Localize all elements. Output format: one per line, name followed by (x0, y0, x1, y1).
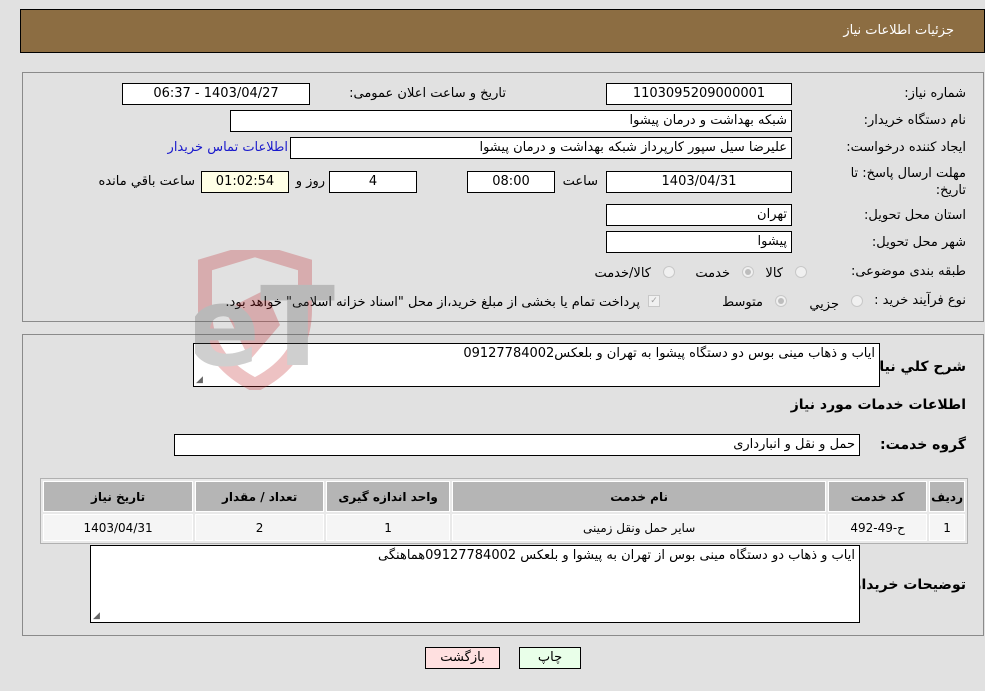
cell-unit: 1 (326, 514, 451, 541)
buyer-org-field: شبکه بهداشت و درمان پیشوا (230, 110, 792, 132)
deadline-label: مهلت ارسال پاسخ: تا تاریخ: (851, 165, 966, 199)
print-button[interactable]: چاپ (519, 647, 581, 669)
purchase-type-minor-radio[interactable] (851, 295, 863, 307)
requester-field: علیرضا سیل سپور کارپرداز شبکه بهداشت و د… (290, 137, 792, 159)
category-goods-radio[interactable] (795, 266, 807, 278)
deadline-time-label: ساعت (562, 174, 598, 189)
purchase-type-medium-label: متوسط (722, 295, 763, 310)
services-heading: اطلاعات خدمات مورد نیاز (790, 397, 966, 413)
purchase-type-medium-radio[interactable] (775, 295, 787, 307)
purchase-type-label: نوع فرآیند خرید : (874, 293, 966, 308)
cell-quantity: 2 (195, 514, 325, 541)
service-group-label: گروه خدمت: (880, 437, 966, 453)
buyer-org-label: نام دستگاه خریدار: (863, 113, 966, 128)
summary-text: ایاب و ذهاب مینی بوس دو دستگاه پیشوا به … (463, 346, 875, 361)
remaining-time-label: ساعت باقي مانده (98, 174, 195, 189)
category-goods-service-radio[interactable] (663, 266, 675, 278)
buyer-contact-link[interactable]: اطلاعات تماس خریدار (168, 140, 288, 155)
col-quantity: تعداد / مقدار (195, 481, 325, 512)
category-goods-service-label: کالا/خدمت (594, 266, 651, 281)
service-group-field: حمل و نقل و انبارداری (174, 434, 860, 456)
cell-service-code: ح-49-492 (828, 514, 928, 541)
deadline-label-line1: مهلت ارسال پاسخ: تا (850, 166, 966, 181)
remaining-days-field: 4 (329, 171, 417, 193)
announce-datetime-field: 1403/04/27 - 06:37 (122, 83, 310, 105)
need-number-label: شماره نیاز: (904, 86, 966, 101)
category-goods-label: کالا (765, 266, 783, 281)
cell-need-date: 1403/04/31 (43, 514, 194, 541)
requester-label: ایجاد کننده درخواست: (846, 140, 966, 155)
col-service-name: نام خدمت (452, 481, 827, 512)
buyer-notes-label: توضیحات خریدار: (847, 577, 966, 593)
cell-service-name: سایر حمل ونقل زمینی (452, 514, 827, 541)
province-label: استان محل تحویل: (864, 208, 966, 223)
category-label: طبقه بندی موضوعی: (850, 264, 966, 279)
table-row: 1 ح-49-492 سایر حمل ونقل زمینی 1 2 1403/… (43, 514, 965, 541)
summary-label: شرح کلي نیاز: (865, 359, 966, 375)
buyer-notes-textarea[interactable]: ایاب و ذهاب دو دستگاه مینی بوس از تهران … (90, 545, 860, 623)
table-header-row: ردیف کد خدمت نام خدمت واحد اندازه گیری ت… (43, 481, 965, 512)
cell-row-number: 1 (929, 514, 965, 541)
services-table: ردیف کد خدمت نام خدمت واحد اندازه گیری ت… (40, 478, 968, 544)
need-details-panel: شرح کلي نیاز: ایاب و ذهاب مینی بوس دو دس… (22, 334, 984, 636)
city-label: شهر محل تحویل: (871, 235, 966, 250)
need-number-field: 1103095209000001 (606, 83, 792, 105)
page-header: جزئیات اطلاعات نیاز (20, 9, 985, 53)
category-service-label: خدمت (695, 266, 730, 281)
category-service-radio[interactable] (742, 266, 754, 278)
buyer-notes-text: ایاب و ذهاب دو دستگاه مینی بوس از تهران … (378, 548, 855, 563)
days-label: روز و (295, 174, 325, 189)
province-field: تهران (606, 204, 792, 226)
need-info-panel: شماره نیاز: 1103095209000001 تاریخ و ساع… (22, 72, 984, 322)
treasury-checkbox[interactable]: ✓ (648, 295, 660, 307)
city-field: پیشوا (606, 231, 792, 253)
deadline-date-field: 1403/04/31 (606, 171, 792, 193)
announce-datetime-label: تاریخ و ساعت اعلان عمومی: (349, 86, 506, 101)
purchase-type-minor-label: جزيي (809, 297, 839, 312)
resize-grip-icon[interactable]: ◢ (196, 375, 203, 385)
deadline-time-field: 08:00 (467, 171, 555, 193)
resize-grip-icon[interactable]: ◢ (93, 611, 100, 621)
col-need-date: تاریخ نیاز (43, 481, 194, 512)
remaining-time-field: 01:02:54 (201, 171, 289, 193)
col-row-number: ردیف (929, 481, 965, 512)
page-title: جزئیات اطلاعات نیاز (843, 23, 954, 38)
deadline-label-line2: تاریخ: (935, 183, 966, 198)
treasury-note: پرداخت تمام یا بخشی از مبلغ خرید،از محل … (225, 295, 640, 310)
back-button[interactable]: بازگشت (425, 647, 500, 669)
col-service-code: کد خدمت (828, 481, 928, 512)
summary-textarea[interactable]: ایاب و ذهاب مینی بوس دو دستگاه پیشوا به … (193, 343, 880, 387)
col-unit: واحد اندازه گیری (326, 481, 451, 512)
